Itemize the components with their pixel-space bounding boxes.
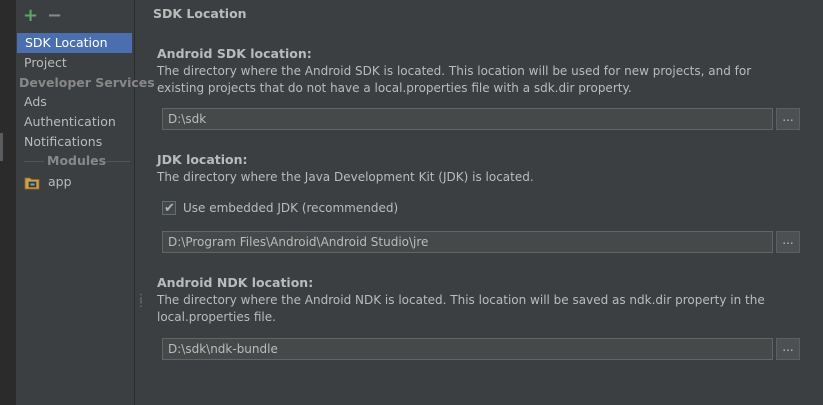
embedded-jdk-label: Use embedded JDK (recommended) — [183, 201, 399, 215]
left-edge-strip — [0, 0, 16, 405]
module-item-app[interactable]: app — [24, 172, 72, 192]
embedded-jdk-checkbox[interactable]: ✔ — [162, 201, 176, 216]
add-icon[interactable]: + — [23, 6, 38, 26]
settings-main-panel: SDK Location Android SDK location: The d… — [135, 0, 823, 405]
android-sdk-path-field[interactable]: D:\sdk — [162, 108, 773, 130]
page-title: SDK Location — [153, 6, 247, 21]
sidebar-item-ads[interactable]: Ads — [16, 92, 132, 112]
sidebar-item-notifications[interactable]: Notifications — [16, 132, 132, 152]
jdk-browse-button[interactable]: ... — [776, 231, 800, 253]
modules-divider-right-line — [106, 161, 130, 162]
jdk-description: The directory where the Java Development… — [157, 170, 534, 184]
modules-divider-left-line — [24, 161, 44, 162]
jdk-heading: JDK location: — [157, 152, 248, 167]
android-sdk-heading: Android SDK location: — [157, 46, 312, 61]
sidebar-item-project[interactable]: Project — [16, 53, 132, 73]
modules-divider: Modules — [16, 153, 134, 169]
sidebar-item-sdk-location[interactable]: SDK Location — [17, 33, 132, 53]
settings-sidebar: + − SDK Location Project Developer Servi… — [16, 0, 155, 405]
android-ndk-path-field[interactable]: D:\sdk\ndk-bundle — [162, 338, 773, 360]
android-sdk-description: The directory where the Android SDK is l… — [157, 64, 752, 95]
remove-icon[interactable]: − — [47, 6, 62, 26]
android-ndk-description: The directory where the Android NDK is l… — [157, 293, 765, 324]
module-folder-icon — [24, 177, 40, 189]
android-ndk-heading: Android NDK location: — [157, 275, 314, 290]
android-sdk-browse-button[interactable]: ... — [776, 108, 800, 130]
sidebar-item-authentication[interactable]: Authentication — [16, 112, 132, 132]
jdk-path-field[interactable]: D:\Program Files\Android\Android Studio\… — [162, 231, 773, 253]
android-ndk-browse-button[interactable]: ... — [776, 338, 800, 360]
module-label: app — [47, 174, 72, 189]
checkmark-icon: ✔ — [164, 201, 175, 216]
modules-header: Modules — [47, 153, 107, 168]
left-edge-marker — [0, 133, 3, 161]
